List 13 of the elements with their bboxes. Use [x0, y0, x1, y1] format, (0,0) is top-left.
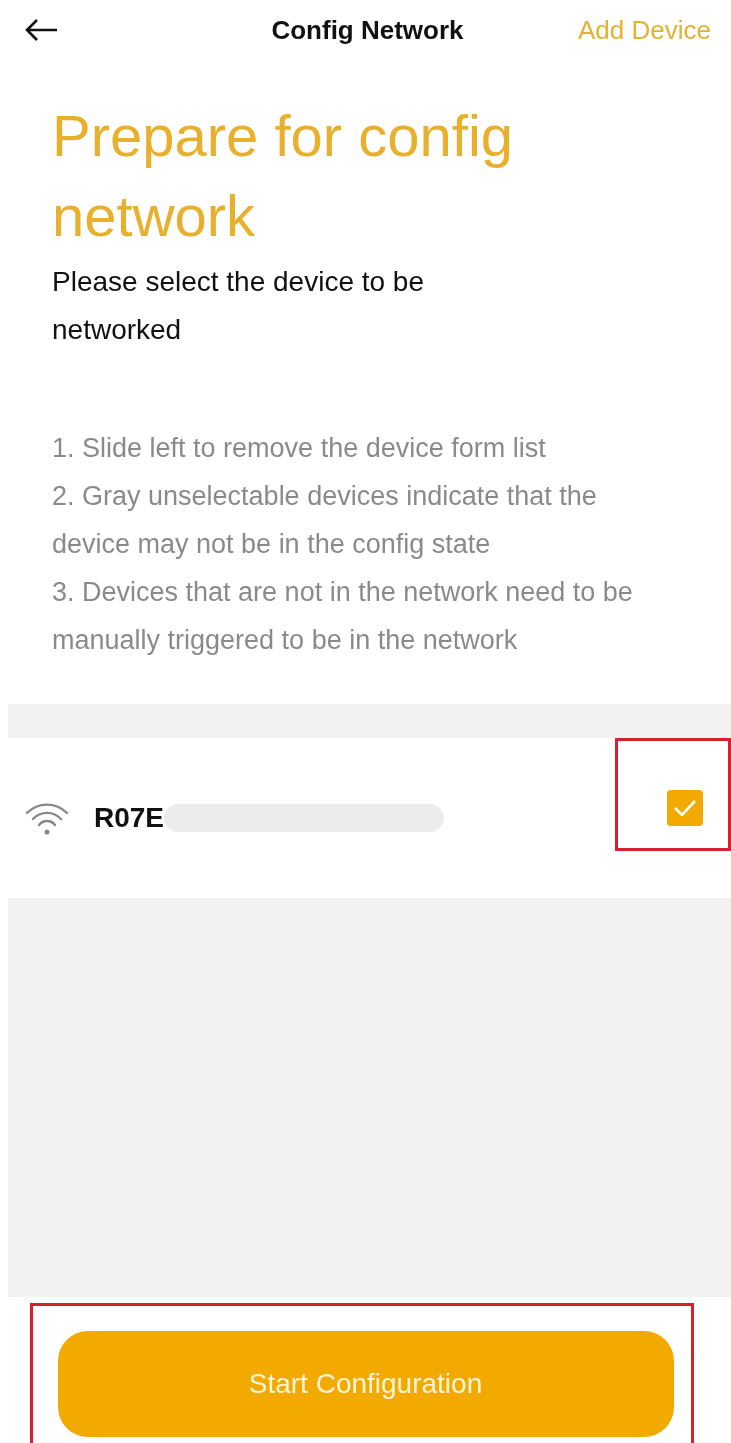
start-configuration-button[interactable]: Start Configuration [57, 1331, 674, 1437]
page-heading: Prepare for config network [52, 102, 515, 250]
instruction-text: 3. Devices that are not in the network need to be manually triggered to be in the network [52, 576, 634, 657]
screen-title: Config Network [271, 14, 464, 46]
checkmark-icon [673, 799, 697, 817]
instruction-text: 2. Gray unselectable devices indicate that the device may not be in the config state [52, 480, 598, 561]
wifi-icon [24, 801, 70, 835]
add-device-link[interactable]: Add Device [578, 14, 711, 46]
back-icon [24, 18, 58, 42]
device-checkbox[interactable] [667, 790, 703, 826]
subtitle: Please select the device to be networked [52, 265, 425, 347]
device-name: R07E [94, 802, 165, 834]
instruction-text: 1. Slide left to remove the device form list [52, 432, 547, 465]
